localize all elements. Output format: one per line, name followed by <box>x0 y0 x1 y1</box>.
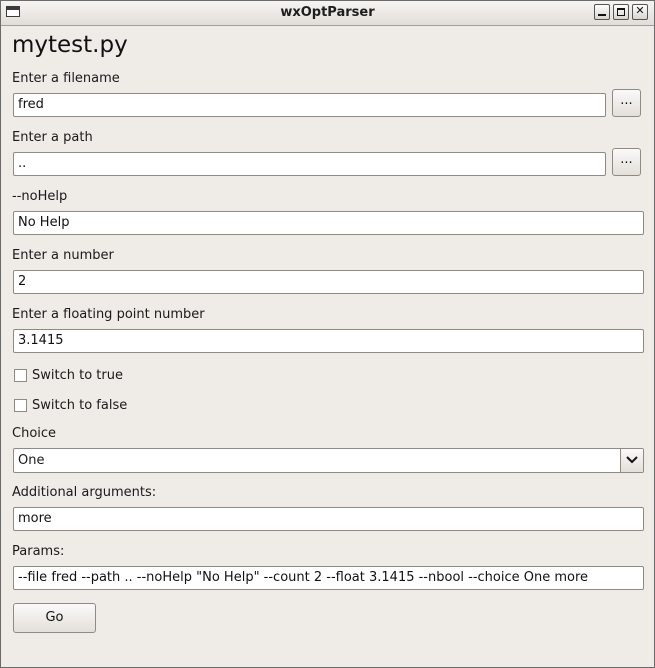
go-button[interactable]: Go <box>13 603 96 633</box>
title-bar[interactable]: wxOptParser <box>1 1 654 26</box>
switch-false-label[interactable]: Switch to false <box>32 398 127 413</box>
additional-args-input[interactable]: more <box>13 507 644 531</box>
path-label: Enter a path <box>12 130 93 145</box>
switch-true-label[interactable]: Switch to true <box>32 368 123 383</box>
switch-false-checkbox[interactable] <box>14 399 27 412</box>
close-button[interactable] <box>632 4 648 20</box>
path-browse-button[interactable]: ... <box>612 148 641 176</box>
dropdown-arrow-button[interactable] <box>620 449 643 472</box>
window-title: wxOptParser <box>280 5 375 20</box>
number-label: Enter a number <box>12 248 114 263</box>
nohelp-input[interactable]: No Help <box>13 211 644 235</box>
page-title: mytest.py <box>12 32 128 58</box>
minimize-button[interactable] <box>594 4 610 20</box>
params-output[interactable]: --file fred --path .. --noHelp "No Help"… <box>13 566 644 590</box>
chevron-down-icon <box>626 456 638 464</box>
filename-label: Enter a filename <box>12 71 120 86</box>
switch-true-checkbox[interactable] <box>14 369 27 382</box>
params-label: Params: <box>12 544 65 559</box>
choice-selected-value[interactable]: One <box>18 453 44 468</box>
path-input[interactable]: .. <box>13 152 606 176</box>
choice-label: Choice <box>12 426 57 441</box>
nohelp-label: --noHelp <box>12 189 68 204</box>
number-input[interactable]: 2 <box>13 270 644 294</box>
additional-args-label: Additional arguments: <box>12 485 157 500</box>
maximize-button[interactable] <box>613 4 629 20</box>
filename-browse-button[interactable]: ... <box>612 89 641 117</box>
choice-dropdown[interactable]: One <box>13 448 644 473</box>
float-label: Enter a floating point number <box>12 307 205 322</box>
app-window: wxOptParser mytest.py Enter a filename f… <box>0 0 655 668</box>
float-input[interactable]: 3.1415 <box>13 329 644 353</box>
filename-input[interactable]: fred <box>13 93 606 117</box>
